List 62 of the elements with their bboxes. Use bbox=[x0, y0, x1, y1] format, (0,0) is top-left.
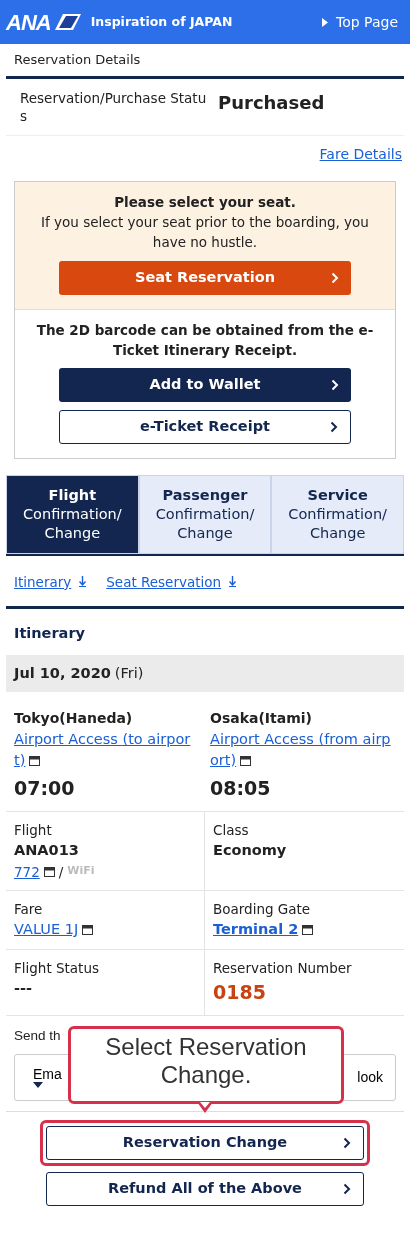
field-label: Boarding Gate bbox=[213, 899, 312, 919]
page-title: Reservation Details bbox=[13, 51, 142, 69]
chevron-icon bbox=[343, 1136, 351, 1149]
chevron-icon bbox=[343, 1182, 351, 1195]
wifi-label: WiFi bbox=[67, 863, 95, 880]
fare-details-link[interactable]: Fare Details bbox=[319, 145, 402, 162]
field-value: --- bbox=[14, 979, 34, 999]
wallet-button[interactable]: Add to Wallet bbox=[59, 368, 351, 403]
tab[interactable]: Flight Confirmation/Change bbox=[6, 475, 139, 554]
airport-access-link[interactable]: Airport Access (from airport) bbox=[210, 729, 396, 771]
tab[interactable]: Service Confirmation/Change bbox=[271, 475, 404, 554]
callout-pointer-icon bbox=[197, 1101, 213, 1114]
chevron-icon bbox=[331, 271, 339, 284]
window-icon bbox=[302, 924, 314, 935]
field-link[interactable]: Terminal 2 bbox=[213, 919, 299, 941]
notice-title: Please select your seat. bbox=[113, 192, 297, 212]
chevron-icon bbox=[331, 379, 339, 392]
field-label: Fare bbox=[14, 899, 44, 919]
reservation-number: 0185 bbox=[213, 980, 267, 1006]
field-label: Flight Status bbox=[14, 958, 100, 978]
callout-tooltip: Select Reservation Change. bbox=[68, 1025, 344, 1104]
separator: / bbox=[58, 862, 64, 882]
seat-reservation-button[interactable]: Seat Reservation bbox=[59, 260, 351, 295]
section-heading: Itinerary bbox=[13, 623, 86, 643]
tab[interactable]: Passenger Confirmation/Change bbox=[138, 475, 272, 554]
flight-time: 07:00 bbox=[14, 776, 76, 802]
receipt-button[interactable]: e-Ticket Receipt bbox=[59, 410, 351, 445]
caret-icon bbox=[33, 1082, 43, 1088]
chevron-icon bbox=[330, 421, 338, 434]
window-icon bbox=[43, 866, 55, 877]
tagline: Inspiration of JAPAN bbox=[90, 12, 233, 31]
triangle-icon bbox=[322, 17, 329, 27]
field-link[interactable]: VALUE 1J bbox=[14, 919, 79, 941]
anchor-link[interactable]: Itinerary bbox=[14, 571, 87, 592]
weekday: (Fri) bbox=[114, 664, 144, 681]
field-label: Reservation Number bbox=[213, 958, 353, 978]
field-label: Class bbox=[213, 820, 250, 840]
anchor-link[interactable]: Seat Reservation bbox=[106, 571, 237, 592]
airport-access-link[interactable]: Airport Access (to airport) bbox=[14, 729, 200, 771]
status-label: Reservation/Purchase Status bbox=[20, 88, 208, 125]
down-arrow-icon bbox=[229, 576, 237, 588]
logo-text: ANA bbox=[6, 8, 51, 37]
window-icon bbox=[29, 755, 41, 766]
notice-text: The 2D barcode can be obtained from the e-Ticket Itinerary Receipt. bbox=[35, 320, 375, 360]
top-page-link[interactable]: Top Page bbox=[322, 11, 398, 33]
field-value: ANA013 bbox=[14, 840, 80, 860]
window-icon bbox=[240, 755, 252, 766]
field-value: Economy bbox=[213, 840, 288, 860]
window-icon bbox=[82, 924, 94, 935]
city-name: Tokyo(Haneda) bbox=[14, 709, 134, 729]
flight-date: Jul 10, 2020 bbox=[14, 664, 111, 681]
send-label: Send th bbox=[14, 1026, 62, 1045]
flight-time: 08:05 bbox=[210, 776, 272, 802]
down-arrow-icon bbox=[79, 576, 87, 588]
notice-text: If you select your seat prior to the boarding, you have no hustle. bbox=[40, 213, 370, 253]
action-button[interactable]: Refund All of the Above bbox=[46, 1171, 364, 1206]
action-button[interactable]: Reservation Change bbox=[46, 1125, 364, 1160]
field-label: Flight bbox=[14, 820, 53, 840]
logo-stripe-icon bbox=[54, 14, 81, 30]
status-value: Purchased bbox=[218, 90, 325, 115]
city-name: Osaka(Itami) bbox=[210, 709, 313, 729]
aircraft-link[interactable]: 772 bbox=[14, 861, 40, 882]
